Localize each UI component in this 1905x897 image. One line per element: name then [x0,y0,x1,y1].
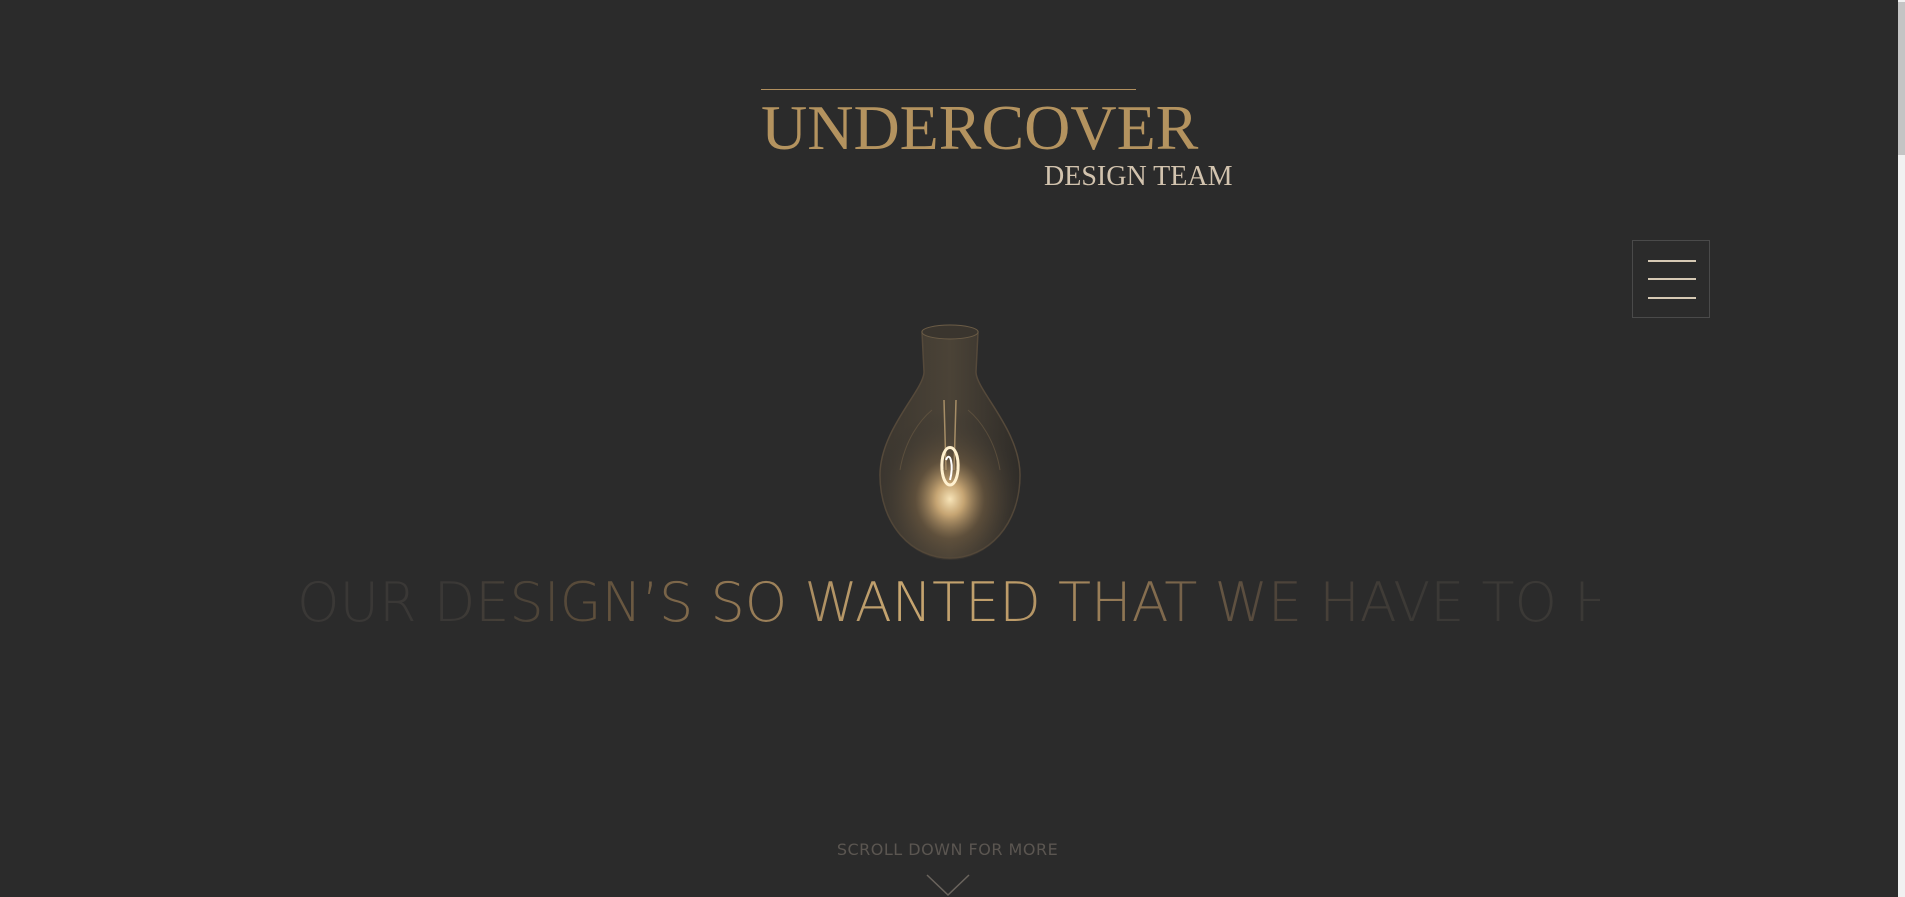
menu-bar-bottom [1648,297,1696,299]
page-scrollbar[interactable] [1898,0,1905,897]
logo-title: UNDERCOVER [761,92,1199,163]
site-logo[interactable]: UNDERCOVER [761,89,1199,163]
page: UNDERCOVER DESIGN TEAM OUR DESIGN’S SO W… [0,0,1905,897]
scrollbar-thumb[interactable] [1898,2,1905,155]
logo-subtitle: DESIGN TEAM [1044,161,1233,192]
hero-headline-container: OUR DESIGN’S SO WANTED THAT WE HAVE TO H… [297,570,1600,640]
hero-headline: OUR DESIGN’S SO WANTED THAT WE HAVE TO H… [297,571,1600,634]
menu-bar-top [1648,260,1696,262]
menu-bar-middle [1648,278,1696,280]
menu-button[interactable] [1632,240,1710,318]
scroll-hint[interactable]: SCROLL DOWN FOR MORE [0,840,1895,859]
light-bulb-image [879,324,1021,560]
chevron-down-icon[interactable] [926,874,970,897]
